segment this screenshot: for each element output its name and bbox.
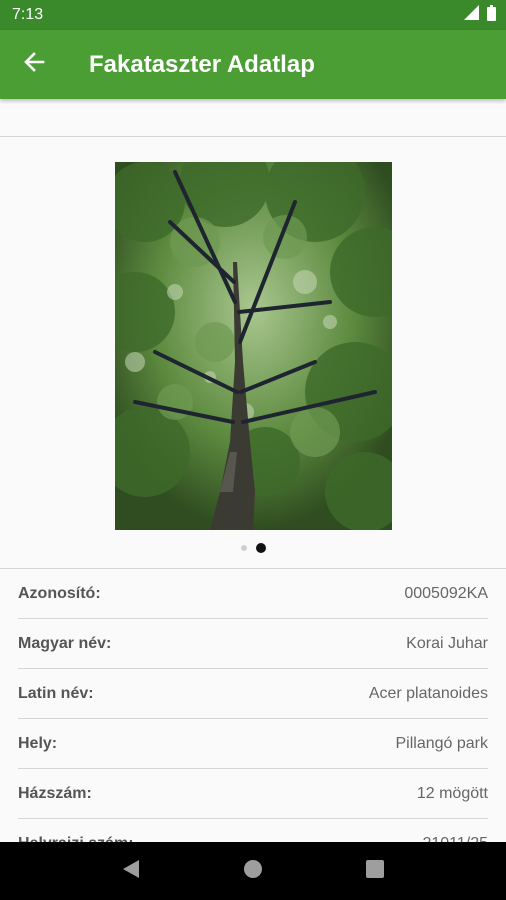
arrow-back-icon	[23, 51, 45, 78]
detail-value: Korai Juhar	[406, 634, 488, 652]
detail-label: Magyar név:	[18, 634, 112, 652]
detail-label: Hely:	[18, 734, 58, 752]
circle-home-icon	[243, 859, 263, 884]
back-button[interactable]	[10, 41, 58, 89]
detail-row-hungarian-name: Magyar név: Korai Juhar	[18, 619, 488, 669]
status-bar: 7:13	[0, 0, 506, 30]
detail-row-location: Hely: Pillangó park	[18, 719, 488, 769]
detail-row-id: Azonosító: 0005092KA	[18, 569, 488, 619]
status-time: 7:13	[12, 6, 44, 23]
nav-recents-button[interactable]	[355, 851, 395, 891]
page-title: Fakataszter Adatlap	[89, 50, 315, 78]
nav-home-button[interactable]	[233, 851, 273, 891]
detail-value: 12 mögött	[416, 784, 488, 802]
gallery-dot-active[interactable]	[255, 543, 266, 553]
navigation-bar	[0, 842, 506, 900]
detail-row-house-number: Házszám: 12 mögött	[18, 769, 488, 819]
nav-back-button[interactable]	[111, 851, 151, 891]
detail-value: Pillangó park	[395, 734, 489, 752]
tree-image	[115, 162, 392, 530]
signal-icon	[464, 5, 479, 25]
details-list: Azonosító: 0005092KA Magyar név: Korai J…	[0, 569, 506, 869]
detail-value: 0005092KA	[404, 584, 488, 602]
detail-label: Azonosító:	[18, 584, 101, 602]
square-recents-icon	[366, 859, 384, 883]
tree-photo[interactable]	[115, 162, 392, 530]
gallery-dot[interactable]	[240, 545, 247, 551]
triangle-back-icon	[122, 859, 140, 884]
status-icons	[464, 4, 496, 26]
divider	[0, 136, 506, 137]
battery-icon	[487, 4, 496, 26]
detail-value: Acer platanoides	[368, 684, 488, 702]
detail-row-latin-name: Latin név: Acer platanoides	[18, 669, 488, 719]
app-bar: Fakataszter Adatlap	[0, 30, 506, 99]
gallery-indicator	[0, 543, 506, 553]
detail-label: Latin név:	[18, 684, 94, 702]
detail-label: Házszám:	[18, 784, 92, 802]
